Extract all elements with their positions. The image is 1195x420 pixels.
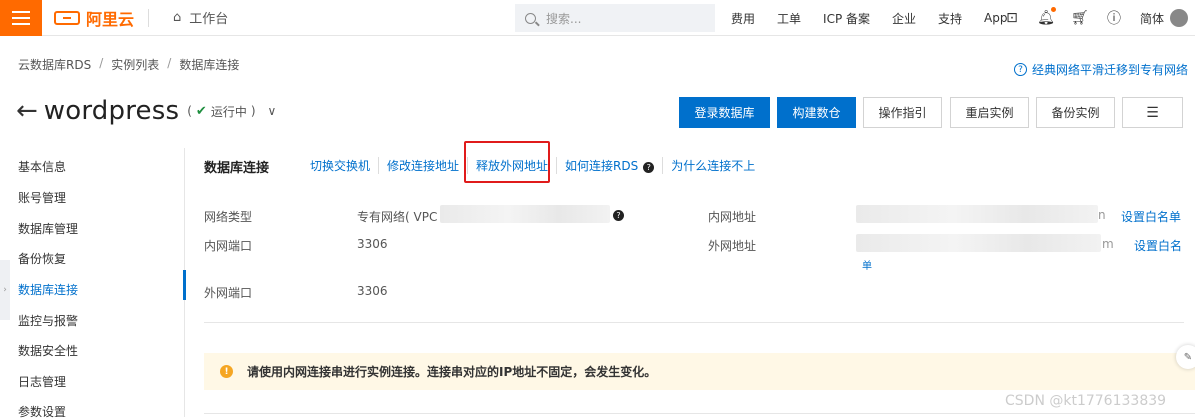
restart-instance-button[interactable]: 重启实例 <box>950 97 1029 128</box>
section-title: 数据库连接 <box>204 161 270 176</box>
sidebar-item-parameters[interactable]: 参数设置 <box>18 403 66 420</box>
list-icon: ☰ <box>1146 104 1159 121</box>
backup-instance-button[interactable]: 备份实例 <box>1036 97 1115 128</box>
sidebar-item-security[interactable]: 数据安全性 <box>18 342 78 359</box>
chat-icon: ✎ <box>1183 351 1193 363</box>
sidebar-item-basic-info[interactable]: 基本信息 <box>18 158 66 175</box>
set-whitelist-link-external[interactable]: 设置白名 <box>1134 237 1182 254</box>
chevron-down-icon[interactable]: ∨ <box>268 104 277 118</box>
check-icon: ✔ <box>195 103 207 119</box>
redacted-internal-address <box>856 205 1098 223</box>
sidebar-collapse-handle[interactable]: › <box>0 260 10 320</box>
page-title: wordpress <box>43 96 180 126</box>
guide-button[interactable]: 操作指引 <box>863 97 942 128</box>
help-icon: ? <box>643 162 655 173</box>
warning-alert: ! 请使用内网连接串进行实例连接。连接串对应的IP地址不固定，会发生变化。 <box>204 353 1195 390</box>
notification-dot <box>1051 7 1056 12</box>
feedback-float-button[interactable]: ✎ <box>1176 345 1195 369</box>
breadcrumb-separator: / <box>167 56 172 70</box>
alert-message: 请使用内网连接串进行实例连接。连接串对应的IP地址不固定，会发生变化。 <box>247 365 657 379</box>
help-icon[interactable]: ? <box>613 210 624 221</box>
nav-support[interactable]: 支持 <box>938 10 962 27</box>
home-icon: ⌂ <box>173 10 182 25</box>
breadcrumb-separator: / <box>99 56 104 70</box>
set-whitelist-link-external-wrap[interactable]: 单 <box>862 257 872 272</box>
external-port-value: 3306 <box>357 284 388 298</box>
external-address-suffix: m <box>1102 237 1114 251</box>
bell-icon[interactable]: 🔔︎ <box>1037 7 1056 27</box>
external-port-label: 外网端口 <box>204 286 253 300</box>
sidebar-item-connection[interactable]: 数据库连接 <box>18 281 78 298</box>
search-placeholder: 搜索... <box>546 11 582 26</box>
sidebar-item-backup[interactable]: 备份恢复 <box>18 250 66 267</box>
cart-icon[interactable]: 🛒︎ <box>1071 9 1089 27</box>
question-circle-icon: ? <box>1014 63 1027 76</box>
sidebar-item-accounts[interactable]: 账号管理 <box>18 189 66 206</box>
search-input[interactable]: 搜索... <box>515 4 715 32</box>
breadcrumb-rds[interactable]: 云数据库RDS <box>18 56 91 73</box>
terminal-icon[interactable]: ⊡ <box>1003 9 1021 27</box>
nav-fees[interactable]: 费用 <box>731 10 755 27</box>
status-label: 运行中 <box>210 104 247 119</box>
nav-icp[interactable]: ICP 备案 <box>823 10 870 27</box>
menu-icon <box>12 10 30 25</box>
external-address-label: 外网地址 <box>708 239 757 253</box>
nav-enterprise[interactable]: 企业 <box>892 10 916 27</box>
help-icon[interactable]: ⓘ <box>1105 9 1123 27</box>
login-database-button[interactable]: 登录数据库 <box>679 97 770 128</box>
internal-address-suffix: n <box>1098 208 1106 222</box>
network-type-label: 网络类型 <box>204 210 253 224</box>
divider <box>204 413 1195 414</box>
how-to-connect-link[interactable]: 如何连接RDS? <box>557 157 664 174</box>
workbench-label: 工作台 <box>189 12 229 27</box>
nav-tickets[interactable]: 工单 <box>777 10 801 27</box>
switch-vswitch-link[interactable]: 切换交换机 <box>310 157 380 174</box>
avatar[interactable] <box>1170 9 1188 27</box>
breadcrumb-current: 数据库连接 <box>179 58 240 72</box>
sidebar-item-databases[interactable]: 数据库管理 <box>18 220 78 237</box>
back-arrow-icon[interactable]: ← <box>16 98 38 124</box>
chevron-right-icon: › <box>3 285 7 295</box>
redacted-vpc <box>440 205 610 223</box>
breadcrumb-instances[interactable]: 实例列表 <box>111 56 159 73</box>
sidebar-active-indicator <box>183 270 186 300</box>
migrate-to-vpc-link[interactable]: ? 经典网络平滑迁移到专有网络 <box>1014 61 1188 78</box>
network-type-value: 专有网络( VPC <box>357 210 438 224</box>
brand-name: 阿里云 <box>86 9 135 29</box>
aliyun-logo[interactable]: 阿里云 <box>54 6 134 30</box>
aliyun-logo-icon <box>54 10 80 25</box>
warning-icon: ! <box>220 365 233 378</box>
internal-port-value: 3306 <box>357 237 388 251</box>
internal-address-label: 内网地址 <box>708 210 757 224</box>
migrate-link-label: 经典网络平滑迁移到专有网络 <box>1032 63 1189 77</box>
page-header: ← wordpress ( ✔ 运行中 ) ∨ <box>16 94 276 128</box>
workbench-button[interactable]: ⌂ 工作台 <box>163 5 259 31</box>
search-icon <box>525 12 536 24</box>
highlight-box <box>464 141 550 183</box>
sidebar-item-monitoring[interactable]: 监控与报警 <box>18 312 78 329</box>
language-label: 简体 <box>1140 11 1165 26</box>
modify-address-link[interactable]: 修改连接地址 <box>379 157 469 174</box>
watermark: CSDN @kt1776133839 <box>1005 393 1167 409</box>
top-nav: 费用 工单 ICP 备案 企业 支持 App <box>731 0 1030 36</box>
more-menu-button[interactable]: ☰ <box>1122 97 1183 128</box>
build-warehouse-button[interactable]: 构建数仓 <box>777 97 856 128</box>
sidebar-item-logs[interactable]: 日志管理 <box>18 373 66 390</box>
divider <box>204 322 1184 323</box>
redacted-external-address <box>856 234 1101 252</box>
status-badge: ( ✔ 运行中 ) ∨ <box>187 103 277 119</box>
set-whitelist-link-internal[interactable]: 设置白名单 <box>1121 208 1181 225</box>
language-switch[interactable]: 简体 <box>1140 0 1164 36</box>
internal-port-label: 内网端口 <box>204 239 253 253</box>
divider <box>148 8 150 27</box>
why-cannot-connect-link[interactable]: 为什么连接不上 <box>663 157 763 174</box>
hamburger-menu-button[interactable] <box>0 0 42 36</box>
breadcrumb: 云数据库RDS / 实例列表 / 数据库连接 <box>18 56 239 73</box>
